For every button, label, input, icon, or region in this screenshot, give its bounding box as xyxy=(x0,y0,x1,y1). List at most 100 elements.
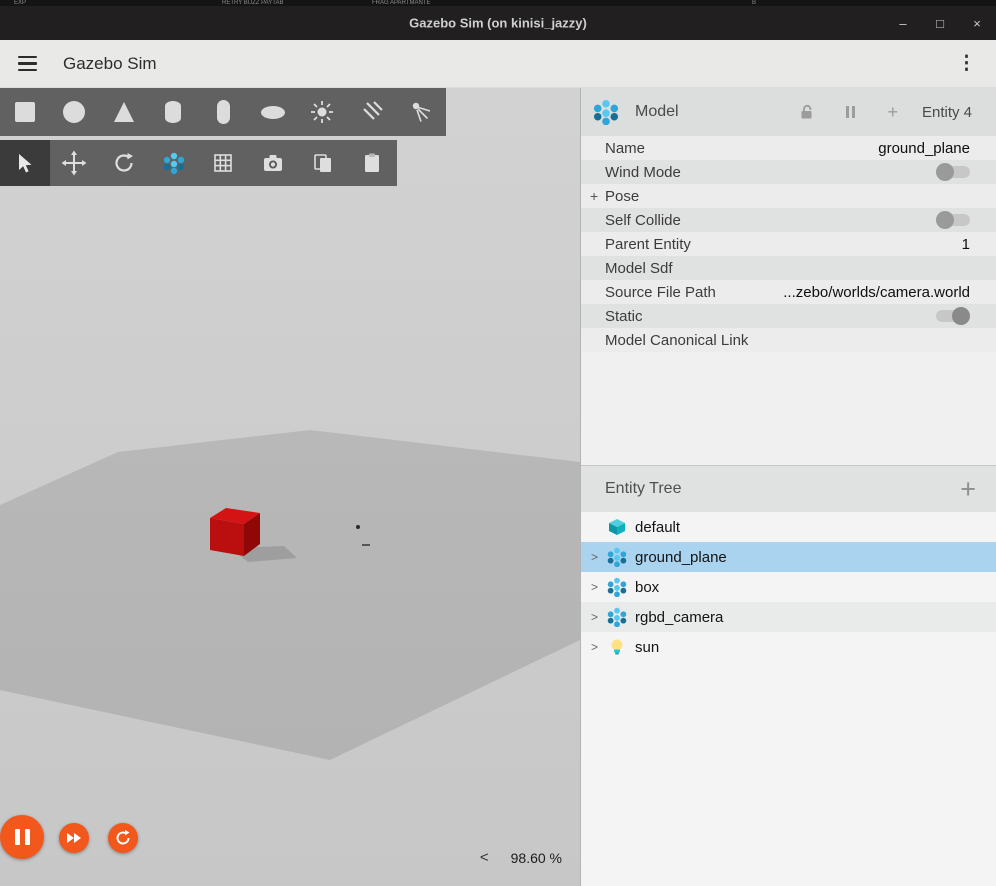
cone-icon xyxy=(113,102,134,122)
pause-button[interactable] xyxy=(0,815,44,859)
directional-light-tool[interactable] xyxy=(347,88,397,136)
align-tool[interactable] xyxy=(199,140,249,186)
titlebar[interactable]: Gazebo Sim (on kinisi_jazzy) – □ × xyxy=(0,6,996,40)
property-label: Model Sdf xyxy=(605,259,673,277)
collapse-chevron-icon[interactable]: < xyxy=(480,849,489,866)
property-value[interactable]: ground_plane xyxy=(878,140,970,157)
property-row-model-canonical-link: Model Canonical Link xyxy=(581,328,996,352)
chevron-right-icon[interactable]: > xyxy=(591,580,607,594)
model-panel-title: Model xyxy=(635,103,679,120)
rotate-icon xyxy=(115,153,134,172)
app-title: Gazebo Sim xyxy=(63,53,157,73)
scene-3d-viewport[interactable]: < 98.60 % xyxy=(0,88,580,886)
property-label: Pose xyxy=(605,187,640,205)
box-icon xyxy=(14,102,35,122)
add-component-icon[interactable]: + xyxy=(887,102,898,123)
model-icon xyxy=(607,607,627,627)
property-label: Name xyxy=(605,139,646,157)
tree-item-label: rgbd_camera xyxy=(635,608,724,626)
world-icon xyxy=(609,519,625,535)
capsule-icon xyxy=(216,100,230,124)
property-label: Parent Entity xyxy=(605,235,691,253)
self-collide-toggle[interactable] xyxy=(936,211,970,229)
entity-tree-list: default > ground_plane > box > rgbd_came… xyxy=(581,512,996,662)
property-value: ...zebo/worlds/camera.world xyxy=(783,283,970,301)
tree-item-label: default xyxy=(635,518,681,536)
tree-item-default[interactable]: default xyxy=(581,512,996,542)
property-row-name: Name ground_plane xyxy=(581,136,996,160)
view-angle-icon xyxy=(163,152,184,174)
tree-item-sun[interactable]: > sun xyxy=(581,632,996,662)
static-toggle[interactable] xyxy=(936,307,970,325)
entity-id-label: Entity 4 xyxy=(921,103,972,121)
wind-mode-toggle[interactable] xyxy=(936,163,970,181)
tree-item-rgbd-camera[interactable]: > rgbd_camera xyxy=(581,602,996,632)
chevron-right-icon[interactable]: > xyxy=(591,610,607,624)
property-row-pose: + Pose xyxy=(581,184,996,208)
step-forward-button[interactable] xyxy=(59,823,89,853)
property-row-self-collide: Self Collide xyxy=(581,208,996,232)
paste-tool[interactable] xyxy=(347,140,397,186)
property-row-parent-entity: Parent Entity 1 xyxy=(581,232,996,256)
screenshot-tool[interactable] xyxy=(248,140,298,186)
select-tool[interactable] xyxy=(0,140,50,186)
camera-icon xyxy=(263,155,282,171)
translate-tool[interactable] xyxy=(50,140,100,186)
cone-tool[interactable] xyxy=(99,88,149,136)
unlock-icon[interactable] xyxy=(799,104,814,120)
view-angle-tool[interactable] xyxy=(149,140,199,186)
copy-icon xyxy=(313,154,331,172)
rotate-tool[interactable] xyxy=(99,140,149,186)
capsule-tool[interactable] xyxy=(198,88,248,136)
spot-light-icon xyxy=(413,102,431,122)
point-light-icon xyxy=(311,101,334,123)
directional-light-icon xyxy=(362,101,383,120)
model-icon xyxy=(593,99,619,125)
property-row-wind-mode: Wind Mode xyxy=(581,160,996,184)
chevron-right-icon[interactable]: > xyxy=(591,640,607,654)
model-icon xyxy=(607,577,627,597)
tree-item-box[interactable]: > box xyxy=(581,572,996,602)
entity-tree-title: Entity Tree xyxy=(605,480,682,497)
kebab-menu-icon[interactable]: ⋮ xyxy=(957,52,976,75)
grid-icon xyxy=(214,154,233,172)
reset-button[interactable] xyxy=(108,823,138,853)
fast-forward-icon xyxy=(67,833,81,843)
minimize-button[interactable]: – xyxy=(896,16,910,31)
right-panel: Model + Entity 4 Name ground_plane Wind … xyxy=(580,88,996,886)
close-button[interactable]: × xyxy=(970,16,984,31)
property-label: Wind Mode xyxy=(605,163,681,181)
maximize-button[interactable]: □ xyxy=(933,16,947,31)
refresh-icon xyxy=(116,830,130,845)
ellipsoid-icon xyxy=(260,105,285,119)
rgbd-camera-shadow xyxy=(362,544,370,546)
tree-item-ground-plane[interactable]: > ground_plane xyxy=(581,542,996,572)
property-list: Name ground_plane Wind Mode + Pose Self … xyxy=(581,136,996,352)
panel-spacer xyxy=(581,352,996,465)
add-entity-icon[interactable]: + xyxy=(960,476,976,503)
sphere-icon xyxy=(63,101,86,123)
transform-toolbar xyxy=(0,140,397,186)
ellipsoid-tool[interactable] xyxy=(248,88,298,136)
rtf-value: 98.60 % xyxy=(510,849,562,866)
property-row-model-sdf: Model Sdf xyxy=(581,256,996,280)
cylinder-tool[interactable] xyxy=(149,88,199,136)
box-tool[interactable] xyxy=(0,88,50,136)
point-light-tool[interactable] xyxy=(297,88,347,136)
copy-tool[interactable] xyxy=(298,140,348,186)
tree-item-label: ground_plane xyxy=(635,548,727,566)
entity-tree-header: Entity Tree + xyxy=(581,465,996,512)
menu-icon[interactable] xyxy=(18,55,37,72)
box-model[interactable] xyxy=(196,498,300,568)
ground-plane-model[interactable] xyxy=(0,430,580,760)
rgbd-camera-model xyxy=(356,525,360,529)
expand-icon[interactable]: + xyxy=(590,188,598,204)
sphere-tool[interactable] xyxy=(50,88,100,136)
chevron-right-icon[interactable]: > xyxy=(591,550,607,564)
property-row-source-file-path: Source File Path ...zebo/worlds/camera.w… xyxy=(581,280,996,304)
pause-updates-icon[interactable] xyxy=(846,106,856,118)
window-title: Gazebo Sim (on kinisi_jazzy) xyxy=(409,15,587,31)
spot-light-tool[interactable] xyxy=(397,88,447,136)
select-cursor-icon xyxy=(18,154,32,173)
light-icon xyxy=(611,639,623,655)
